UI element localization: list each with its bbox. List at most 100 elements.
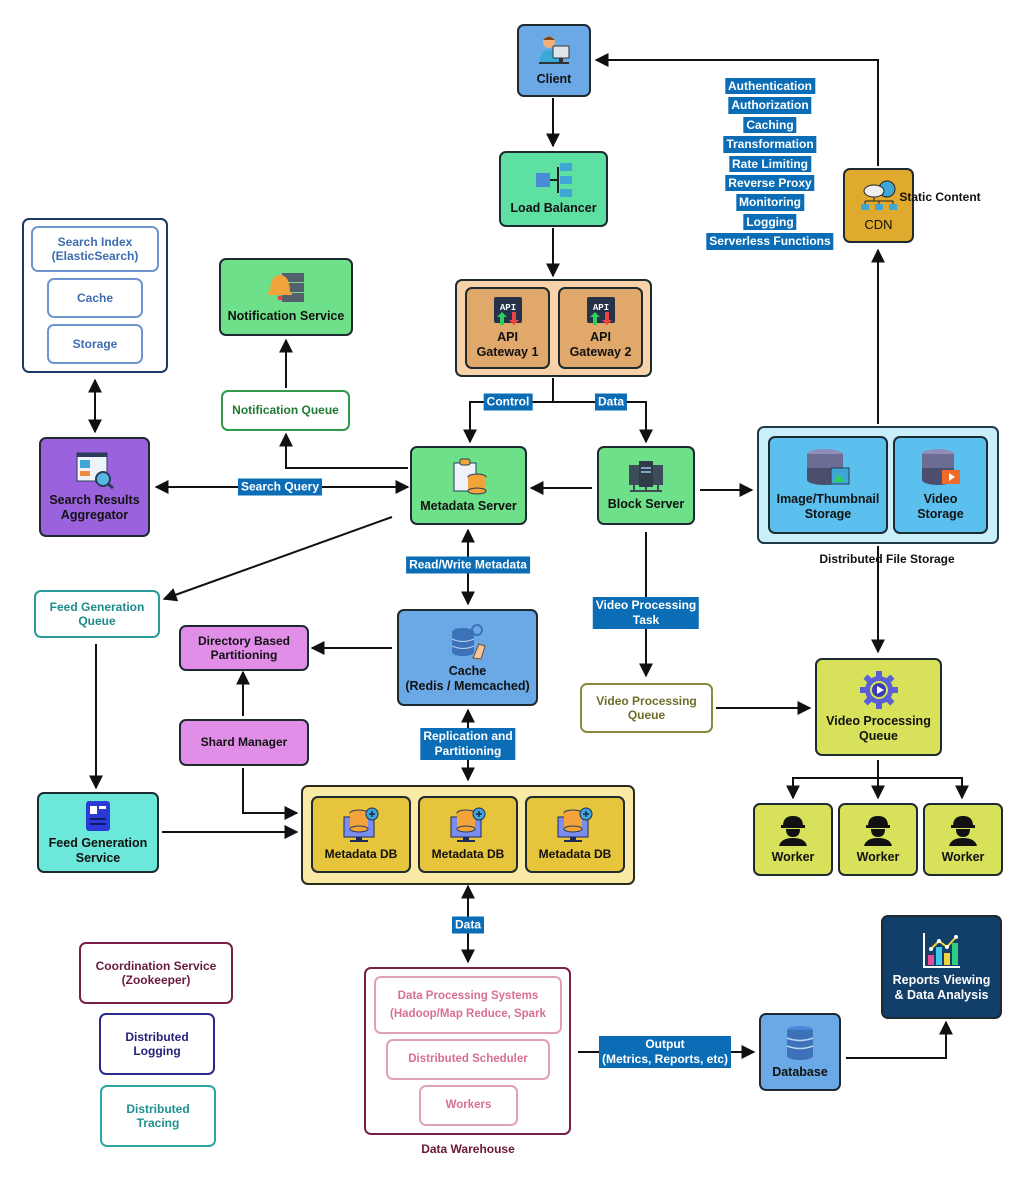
distributed-logging-node[interactable]: Distributed Logging — [99, 1013, 215, 1075]
load-balancer-label: Load Balancer — [510, 200, 597, 215]
api-icon: API — [586, 297, 615, 325]
api-gateway-2-label: API Gateway 2 — [569, 330, 632, 359]
load-balancer-icon — [535, 162, 572, 197]
feature-logging: Logging — [743, 213, 797, 231]
worker-label: Worker — [771, 850, 815, 864]
edge-label-search-query: Search Query — [237, 478, 323, 496]
cdn-node[interactable]: CDN — [843, 168, 914, 243]
image-database-icon — [807, 449, 850, 485]
svg-text:API: API — [592, 303, 608, 313]
coordination-service-node[interactable]: Coordination Service (Zookeeper) — [79, 942, 233, 1004]
reports-node[interactable]: Reports Viewing & Data Analysis — [881, 915, 1002, 1019]
metadata-db-node-2[interactable]: Metadata DB — [418, 796, 518, 873]
feature-rate-limiting: Rate Limiting — [728, 155, 812, 172]
api-gateway-1[interactable]: API API Gateway 1 — [465, 287, 550, 369]
search-results-aggregator-label: Search Results Aggregator — [49, 493, 140, 522]
feature-serverless-functions: Serverless Functions — [706, 233, 834, 250]
database-monitor-icon — [450, 807, 486, 843]
edge-queue-worker-right — [878, 777, 969, 800]
feature-reverse-proxy: Reverse Proxy — [725, 174, 815, 192]
feature-monitoring: Monitoring — [736, 194, 804, 211]
edge-label-video-processing-task: Video Processing Task — [592, 597, 700, 629]
video-processing-queue-node[interactable]: Video Processing Queue — [815, 658, 942, 756]
image-thumbnail-storage-node[interactable]: Image/Thumbnail Storage — [768, 436, 888, 534]
gear-play-icon — [859, 671, 898, 709]
database-icon — [786, 1025, 814, 1060]
feature-caching: Caching — [743, 116, 797, 134]
metadata-db-node-3[interactable]: Metadata DB — [525, 796, 625, 873]
cache-clean-icon — [451, 623, 486, 660]
database-node[interactable]: Database — [759, 1013, 841, 1091]
gateway-features-list: Authentication Authorization Caching Tra… — [706, 78, 834, 250]
bell-server-icon — [268, 272, 304, 302]
server-rack-icon — [629, 461, 663, 492]
edge-label-output: Output (Metrics, Reports, etc) — [598, 1036, 732, 1068]
user-computer-icon — [539, 36, 570, 64]
clipboard-database-icon — [453, 458, 486, 495]
feed-generation-service-node[interactable]: Feed Generation Service — [37, 792, 159, 873]
metadata-db-label: Metadata DB — [431, 847, 505, 862]
shard-manager-node[interactable]: Shard Manager — [179, 719, 309, 766]
image-thumbnail-storage-label: Image/Thumbnail Storage — [776, 492, 880, 521]
video-processing-queue-label: Video Processing Queue — [826, 714, 931, 743]
worker-node-1[interactable]: Worker — [753, 803, 833, 876]
database-monitor-icon — [343, 807, 379, 843]
analytics-chart-icon — [922, 933, 960, 968]
feature-transformation: Transformation — [723, 136, 817, 153]
api-icon: API — [493, 297, 522, 325]
search-document-icon — [76, 452, 114, 489]
cdn-network-icon — [860, 180, 897, 210]
edge-metadata-notifqueue — [279, 432, 408, 469]
edge-label-data-warehouse: Data — [451, 916, 485, 934]
api-gateway-1-label: API Gateway 1 — [476, 330, 539, 359]
video-processing-queue-outline-node[interactable]: Video Processing Queue — [580, 683, 713, 733]
edge-label-replication-partitioning: Replication and Partitioning — [420, 728, 516, 760]
feed-document-icon — [86, 800, 110, 831]
metadata-db-node-1[interactable]: Metadata DB — [311, 796, 411, 873]
api-gateway-2[interactable]: API API Gateway 2 — [558, 287, 643, 369]
distributed-scheduler-box[interactable]: Distributed Scheduler — [386, 1039, 550, 1080]
data-processing-systems-box[interactable]: Data Processing Systems (Hadoop/Map Redu… — [374, 976, 562, 1034]
metadata-db-label: Metadata DB — [324, 847, 398, 862]
search-storage-box[interactable]: Storage — [47, 324, 143, 364]
database-monitor-icon — [557, 807, 593, 843]
client-node[interactable]: Client — [517, 24, 591, 97]
edge-shard-db — [242, 768, 299, 820]
distributed-file-storage-caption: Distributed File Storage — [819, 552, 955, 566]
notification-queue-node[interactable]: Notification Queue — [221, 390, 350, 431]
feature-authorization: Authorization — [728, 97, 812, 114]
worker-node-3[interactable]: Worker — [923, 803, 1003, 876]
reports-label: Reports Viewing & Data Analysis — [892, 973, 991, 1002]
search-index-box[interactable]: Search Index (ElasticSearch) — [31, 226, 159, 272]
search-cache-box[interactable]: Cache — [47, 278, 143, 318]
warehouse-workers-box[interactable]: Workers — [419, 1085, 518, 1126]
data-warehouse-caption: Data Warehouse — [421, 1142, 515, 1156]
worker-node-2[interactable]: Worker — [838, 803, 918, 876]
client-label: Client — [536, 72, 572, 86]
static-content-caption: Static Content — [899, 190, 981, 204]
block-server-node[interactable]: Block Server — [597, 446, 695, 525]
search-results-aggregator-node[interactable]: Search Results Aggregator — [39, 437, 150, 537]
cache-label: Cache (Redis / Memcached) — [405, 663, 530, 693]
block-server-label: Block Server — [607, 497, 685, 511]
database-label: Database — [772, 1064, 828, 1079]
worker-icon — [779, 816, 807, 846]
feed-generation-queue-node[interactable]: Feed Generation Queue — [34, 590, 160, 638]
metadata-server-node[interactable]: Metadata Server — [410, 446, 527, 525]
worker-label: Worker — [941, 850, 985, 864]
worker-icon — [864, 816, 892, 846]
distributed-tracing-node[interactable]: Distributed Tracing — [100, 1085, 216, 1147]
load-balancer-node[interactable]: Load Balancer — [499, 151, 608, 227]
edge-label-data-gateway: Data — [594, 393, 628, 411]
directory-based-partitioning-node[interactable]: Directory Based Partitioning — [179, 625, 309, 671]
metadata-server-label: Metadata Server — [420, 499, 517, 513]
notification-service-node[interactable]: Notification Service — [219, 258, 353, 336]
video-storage-node[interactable]: Video Storage — [893, 436, 988, 534]
svg-text:API: API — [499, 303, 515, 313]
video-database-icon — [921, 449, 960, 485]
edge-metadata-feedqueue — [162, 516, 393, 602]
edge-queue-worker-left — [786, 777, 878, 800]
feed-generation-service-label: Feed Generation Service — [48, 835, 148, 865]
cache-node[interactable]: Cache (Redis / Memcached) — [397, 609, 538, 706]
video-storage-label: Video Storage — [917, 492, 964, 521]
